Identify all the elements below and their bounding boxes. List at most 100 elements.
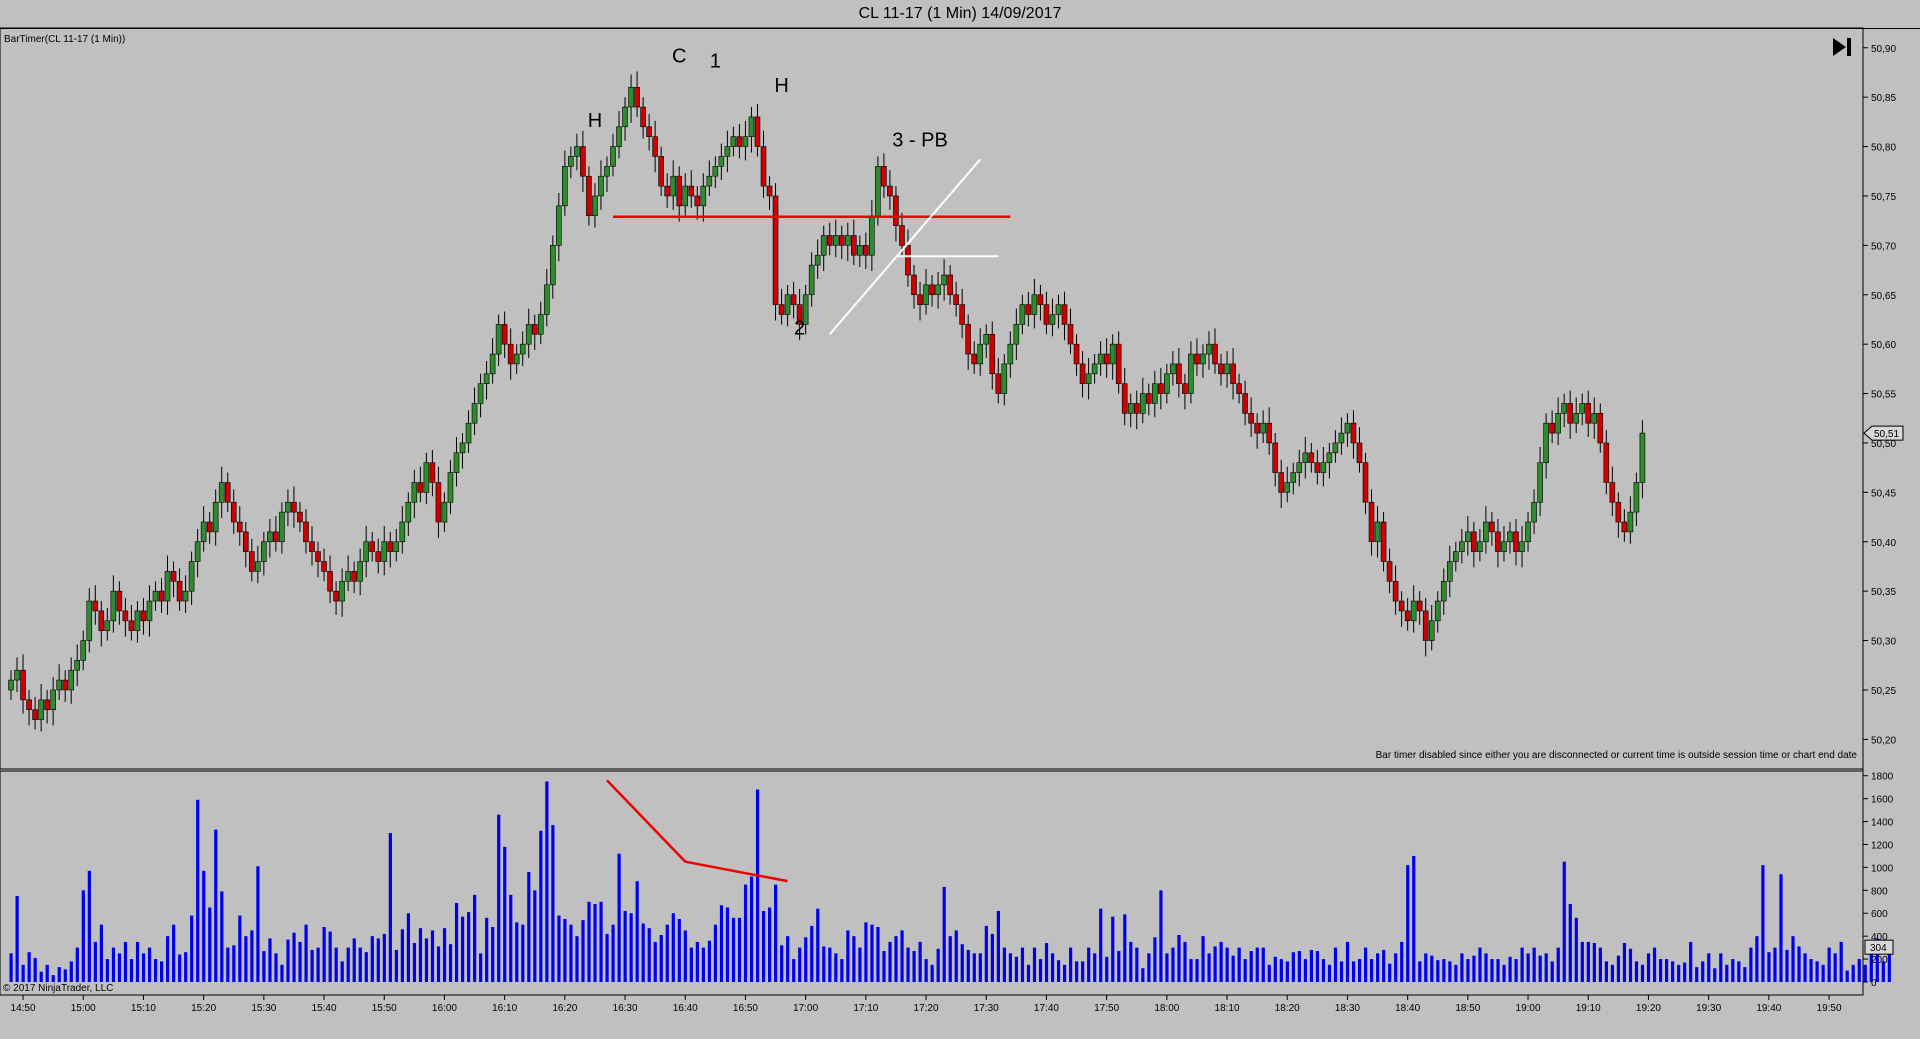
- candle-body: [285, 501, 291, 513]
- candle-body: [760, 146, 767, 187]
- candle-body: [255, 561, 261, 572]
- time-tick-label: 19:10: [1576, 1003, 1601, 1014]
- volume-bar: [1075, 961, 1079, 982]
- volume-bar: [713, 924, 718, 982]
- candle-body: [616, 126, 622, 147]
- volume-tick-label: 200: [1871, 955, 1888, 966]
- time-tick-label: 15:10: [131, 1003, 156, 1014]
- candle: [1103, 338, 1110, 378]
- volume-bar: [918, 941, 922, 982]
- volume-bar: [1665, 959, 1669, 982]
- candle: [200, 506, 207, 552]
- candle-body: [1230, 363, 1236, 384]
- candle: [814, 239, 821, 279]
- candle: [212, 489, 219, 546]
- volume-bar: [1147, 953, 1151, 982]
- candle-body: [935, 284, 941, 296]
- price-tick-label: 50,75: [1871, 192, 1896, 203]
- candle-body: [56, 679, 62, 691]
- volume-bar: [936, 948, 940, 982]
- volume-bar: [1701, 961, 1705, 982]
- candle-body: [592, 195, 598, 217]
- candle: [14, 657, 20, 692]
- volume-bar: [1556, 947, 1560, 982]
- candle-body: [423, 462, 430, 493]
- volume-bar: [629, 913, 633, 982]
- candle-body: [965, 324, 971, 355]
- candle: [1212, 328, 1218, 374]
- candle-body: [417, 482, 424, 493]
- candle-body: [610, 146, 616, 167]
- time-tick-label: 15:40: [312, 1003, 337, 1014]
- volume-bar: [442, 928, 447, 982]
- volume-bar: [1442, 959, 1446, 982]
- candle-body: [1368, 501, 1375, 543]
- candle-body: [375, 551, 382, 562]
- volume-bar: [141, 953, 146, 982]
- price-tick-label: 50,40: [1871, 538, 1896, 549]
- candle: [20, 654, 26, 714]
- time-tick-label: 15:30: [251, 1003, 276, 1014]
- volume-bar: [172, 924, 176, 982]
- time-tick-label: 18:30: [1335, 1003, 1360, 1014]
- candle-body: [1621, 521, 1628, 533]
- skip-to-end-icon[interactable]: [1833, 38, 1851, 56]
- candle-body: [1410, 600, 1417, 622]
- time-tick-label: 15:00: [71, 1003, 96, 1014]
- candle: [658, 146, 664, 196]
- volume-bar: [960, 944, 964, 982]
- candle: [766, 176, 773, 210]
- candle: [1356, 427, 1363, 473]
- candle: [194, 528, 201, 578]
- volume-bar: [1863, 964, 1867, 982]
- candle-body: [634, 86, 640, 108]
- candle: [1446, 545, 1453, 598]
- volume-bar: [521, 924, 525, 982]
- candle: [56, 664, 62, 700]
- volume-bar: [1809, 959, 1813, 982]
- candle-body: [146, 600, 153, 622]
- volume-bar: [1526, 953, 1530, 982]
- candle-body: [1043, 304, 1050, 325]
- candle-body: [1055, 304, 1062, 315]
- volume-bar: [268, 938, 272, 982]
- volume-bar: [1219, 941, 1223, 982]
- time-tick-label: 16:00: [432, 1003, 457, 1014]
- last-price-label: 50,51: [1874, 429, 1899, 440]
- candle: [965, 314, 971, 370]
- volume-bar: [57, 967, 61, 982]
- volume-tick-label: 1000: [1871, 863, 1894, 874]
- candle: [1585, 390, 1592, 438]
- candle-body: [694, 195, 701, 207]
- volume-bar: [39, 971, 43, 982]
- candle: [838, 225, 845, 260]
- chart-canvas[interactable]: 50,90 50,85 50,80 50,75 50,70 50,65 50,60 50,55…: [0, 0, 1920, 1039]
- candle: [1567, 390, 1573, 440]
- volume-bar: [1351, 961, 1356, 982]
- volume-bar: [129, 959, 134, 982]
- candle-body: [1501, 541, 1507, 552]
- price-tick-label: 50,20: [1871, 735, 1896, 746]
- candle: [525, 308, 532, 358]
- volume-bar: [1430, 955, 1434, 982]
- candle-body: [218, 482, 225, 503]
- candle: [483, 360, 490, 400]
- candle-body: [507, 343, 514, 365]
- candle-body: [724, 146, 731, 157]
- volume-bar: [804, 937, 808, 982]
- candle-body: [471, 403, 478, 424]
- price-tick-label: 50,25: [1871, 686, 1896, 697]
- volume-bar: [1791, 936, 1795, 982]
- candle: [1573, 397, 1579, 434]
- price-tick-label: 50,80: [1871, 143, 1896, 154]
- volume-bar: [1743, 967, 1747, 982]
- candle-body: [742, 136, 749, 147]
- candle-body: [917, 294, 923, 305]
- volume-bar: [810, 925, 814, 982]
- candle: [977, 328, 984, 376]
- candle: [1633, 472, 1640, 526]
- volume-bar: [244, 936, 248, 982]
- volume-bar: [1171, 947, 1175, 982]
- volume-bar: [1592, 943, 1596, 982]
- volume-bar: [250, 930, 254, 982]
